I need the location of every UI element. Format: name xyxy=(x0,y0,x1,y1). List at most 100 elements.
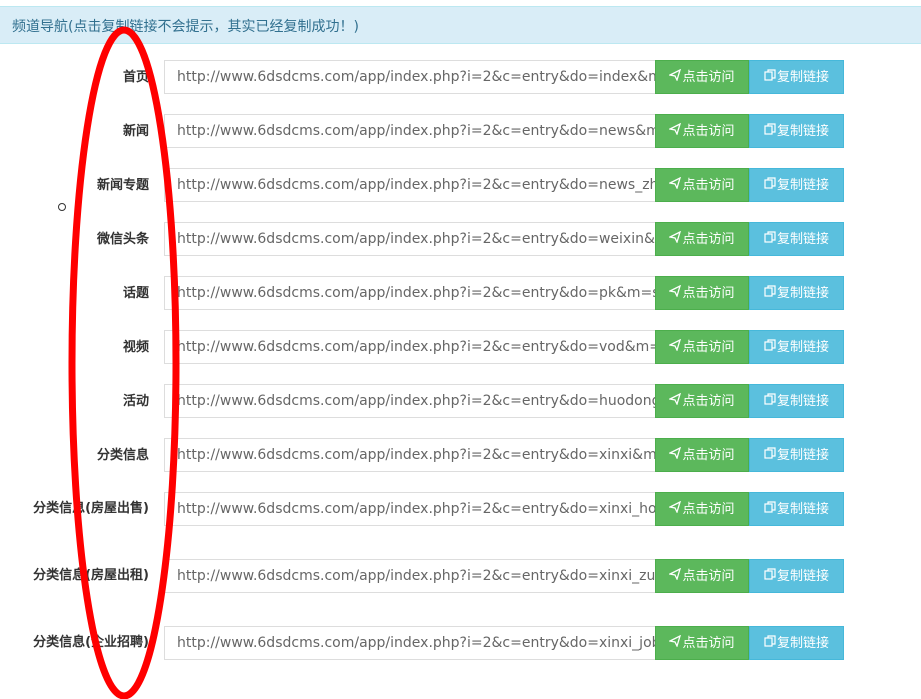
copy-icon xyxy=(764,385,776,417)
channel-url-input[interactable] xyxy=(164,330,655,364)
visit-button[interactable]: 点击访问 xyxy=(655,559,749,593)
copy-button-label: 复制链接 xyxy=(776,70,829,85)
channel-label: 活动 xyxy=(122,394,149,409)
channel-url-input[interactable] xyxy=(164,438,655,472)
copy-link-button[interactable]: 复制链接 xyxy=(749,330,844,364)
copy-icon xyxy=(764,331,776,363)
visit-button[interactable]: 点击访问 xyxy=(655,168,749,202)
visit-button-label: 点击访问 xyxy=(682,394,735,409)
copy-link-button[interactable]: 复制链接 xyxy=(749,626,844,660)
copy-link-button[interactable]: 复制链接 xyxy=(749,222,844,256)
visit-button[interactable]: 点击访问 xyxy=(655,276,749,310)
visit-button[interactable]: 点击访问 xyxy=(655,114,749,148)
copy-icon xyxy=(764,277,776,309)
send-icon xyxy=(668,61,682,93)
copy-button-label: 复制链接 xyxy=(776,232,829,247)
channel-label: 话题 xyxy=(122,286,149,301)
channel-row: 新闻 点击访问 复制链接 xyxy=(0,114,921,148)
copy-button-label: 复制链接 xyxy=(776,124,829,139)
copy-link-button[interactable]: 复制链接 xyxy=(749,168,844,202)
send-icon xyxy=(668,560,682,592)
visit-button-label: 点击访问 xyxy=(682,232,735,247)
copy-icon xyxy=(764,439,776,471)
channel-url-input[interactable] xyxy=(164,626,655,660)
visit-button[interactable]: 点击访问 xyxy=(655,330,749,364)
visit-button-label: 点击访问 xyxy=(682,124,735,139)
channel-row: 新闻专题 点击访问 复制链接 xyxy=(0,168,921,202)
send-icon xyxy=(668,223,682,255)
channel-row: 分类信息(房屋出售) 点击访问 复制链接 xyxy=(0,492,921,526)
copy-button-label: 复制链接 xyxy=(776,340,829,355)
channel-label: 新闻 xyxy=(122,124,149,139)
channel-label: 分类信息(房屋出售) xyxy=(33,501,149,516)
channel-row: 分类信息(房屋出租) 点击访问 复制链接 xyxy=(0,559,921,593)
copy-link-button[interactable]: 复制链接 xyxy=(749,276,844,310)
copy-icon xyxy=(764,169,776,201)
send-icon xyxy=(668,385,682,417)
visit-button[interactable]: 点击访问 xyxy=(655,626,749,660)
channel-label: 分类信息 xyxy=(96,448,149,463)
visit-button-label: 点击访问 xyxy=(682,286,735,301)
channel-url-input[interactable] xyxy=(164,276,655,310)
visit-button[interactable]: 点击访问 xyxy=(655,438,749,472)
copy-icon xyxy=(764,223,776,255)
send-icon xyxy=(668,169,682,201)
copy-icon xyxy=(764,627,776,659)
visit-button-label: 点击访问 xyxy=(682,502,735,517)
copy-link-button[interactable]: 复制链接 xyxy=(749,384,844,418)
panel-title: 频道导航(点击复制链接不会提示，其实已经复制成功！) xyxy=(12,19,359,35)
channel-row: 首页 点击访问 复制链接 xyxy=(0,60,921,94)
send-icon xyxy=(668,439,682,471)
channel-row: 活动 点击访问 复制链接 xyxy=(0,384,921,418)
visit-button[interactable]: 点击访问 xyxy=(655,222,749,256)
visit-button[interactable]: 点击访问 xyxy=(655,384,749,418)
visit-button-label: 点击访问 xyxy=(682,70,735,85)
copy-button-label: 复制链接 xyxy=(776,394,829,409)
copy-button-label: 复制链接 xyxy=(776,178,829,193)
copy-link-button[interactable]: 复制链接 xyxy=(749,492,844,526)
copy-link-button[interactable]: 复制链接 xyxy=(749,438,844,472)
channel-url-input[interactable] xyxy=(164,60,655,94)
channel-row: 视频 点击访问 复制链接 xyxy=(0,330,921,364)
copy-icon xyxy=(764,560,776,592)
visit-button-label: 点击访问 xyxy=(682,636,735,651)
copy-button-label: 复制链接 xyxy=(776,569,829,584)
channel-url-input[interactable] xyxy=(164,384,655,418)
channel-row: 分类信息 点击访问 复制链接 xyxy=(0,438,921,472)
send-icon xyxy=(668,277,682,309)
copy-icon xyxy=(764,61,776,93)
copy-link-button[interactable]: 复制链接 xyxy=(749,114,844,148)
send-icon xyxy=(668,115,682,147)
channel-label: 首页 xyxy=(122,70,149,85)
copy-button-label: 复制链接 xyxy=(776,636,829,651)
visit-button-label: 点击访问 xyxy=(682,448,735,463)
copy-button-label: 复制链接 xyxy=(776,448,829,463)
copy-link-button[interactable]: 复制链接 xyxy=(749,60,844,94)
channel-url-input[interactable] xyxy=(164,559,655,593)
send-icon xyxy=(668,331,682,363)
visit-button-label: 点击访问 xyxy=(682,569,735,584)
visit-button-label: 点击访问 xyxy=(682,178,735,193)
bullet-dot xyxy=(58,203,66,211)
copy-button-label: 复制链接 xyxy=(776,286,829,301)
channel-label: 视频 xyxy=(122,340,149,355)
panel-heading: 频道导航(点击复制链接不会提示，其实已经复制成功！) xyxy=(0,6,921,44)
channel-url-input[interactable] xyxy=(164,168,655,202)
channel-row: 分类信息(企业招聘) 点击访问 复制链接 xyxy=(0,626,921,660)
channel-row: 微信头条 点击访问 复制链接 xyxy=(0,222,921,256)
visit-button[interactable]: 点击访问 xyxy=(655,492,749,526)
copy-icon xyxy=(764,115,776,147)
channel-label: 微信头条 xyxy=(96,232,149,247)
channel-url-input[interactable] xyxy=(164,114,655,148)
channel-label: 分类信息(企业招聘) xyxy=(33,635,149,650)
copy-icon xyxy=(764,493,776,525)
channel-label: 分类信息(房屋出租) xyxy=(33,568,149,583)
copy-link-button[interactable]: 复制链接 xyxy=(749,559,844,593)
send-icon xyxy=(668,627,682,659)
channel-url-input[interactable] xyxy=(164,492,655,526)
channel-row: 话题 点击访问 复制链接 xyxy=(0,276,921,310)
channel-url-input[interactable] xyxy=(164,222,655,256)
visit-button-label: 点击访问 xyxy=(682,340,735,355)
send-icon xyxy=(668,493,682,525)
visit-button[interactable]: 点击访问 xyxy=(655,60,749,94)
